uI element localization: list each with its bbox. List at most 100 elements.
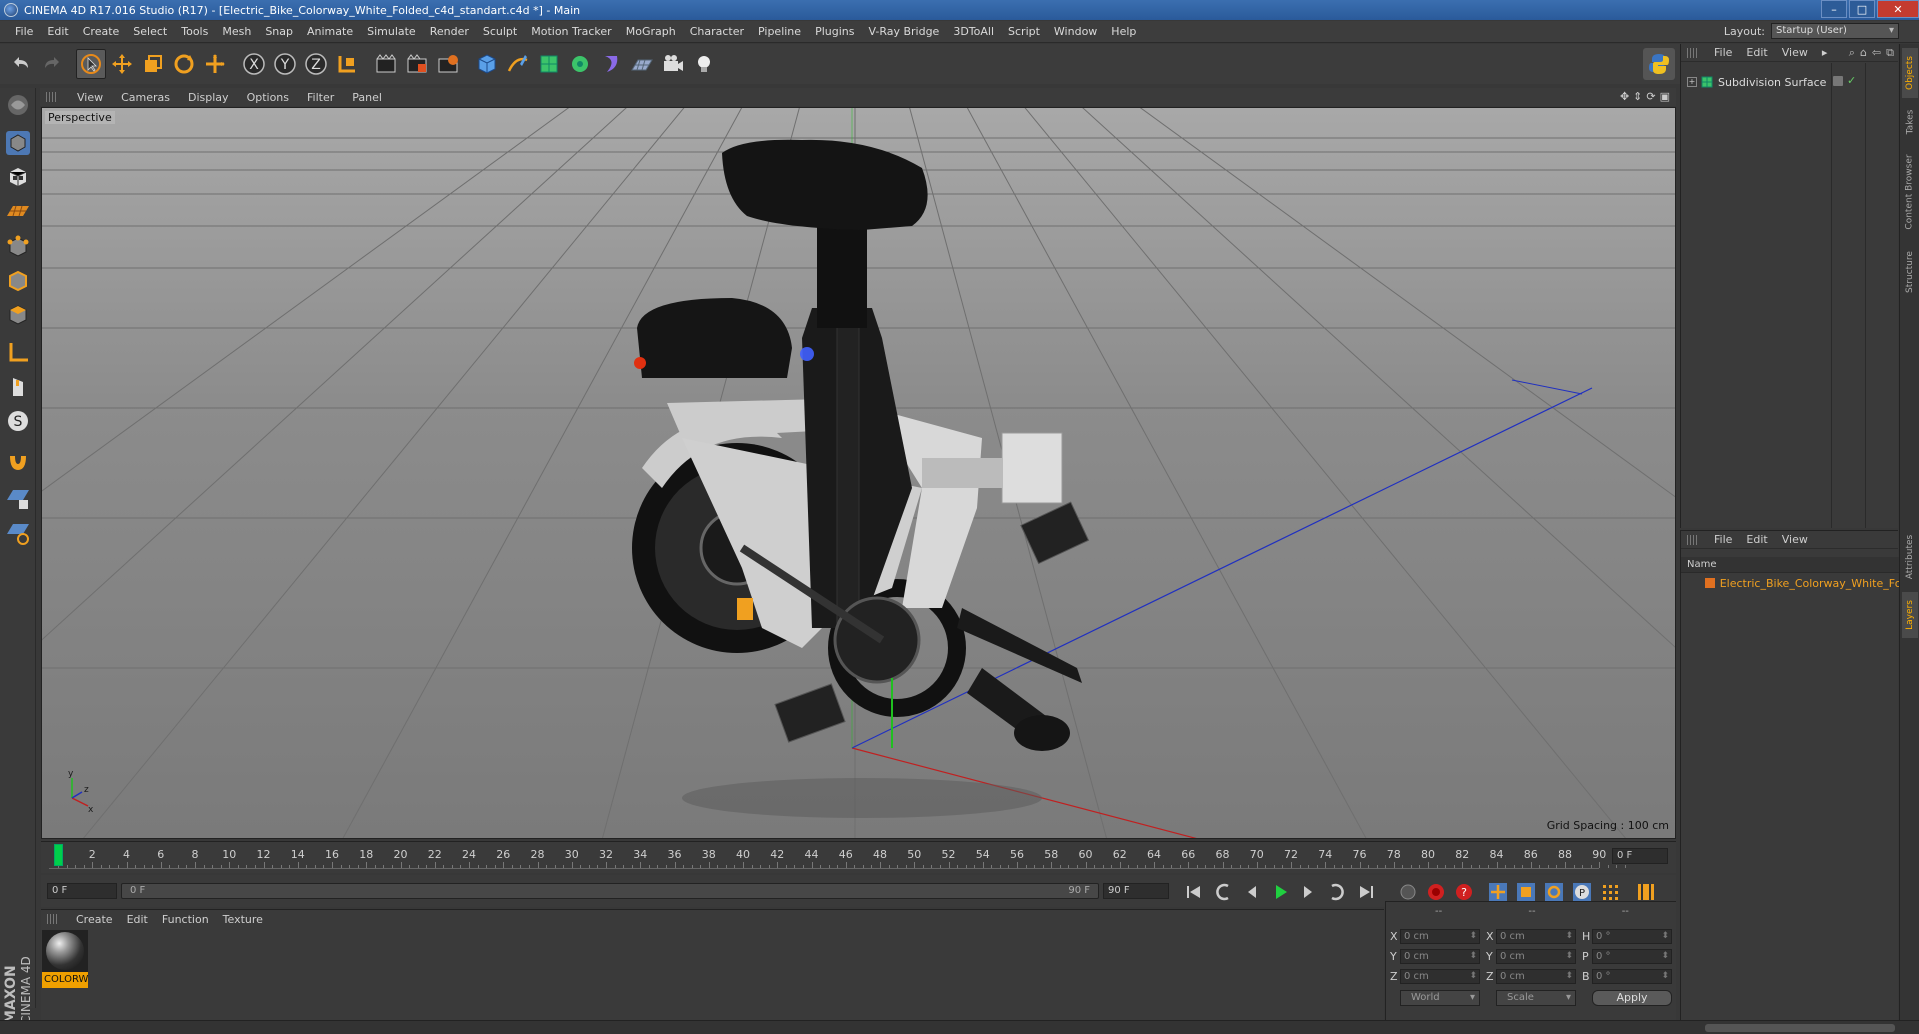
x-axis-icon[interactable]: X <box>239 49 269 79</box>
floor-icon[interactable] <box>627 49 657 79</box>
next-frame-icon[interactable] <box>1295 880 1321 904</box>
polygons-mode-icon[interactable] <box>3 300 33 330</box>
menu-plugins[interactable]: Plugins <box>808 25 861 38</box>
viewport-camera-label[interactable]: Perspective <box>45 111 115 124</box>
menu-tools[interactable]: Tools <box>174 25 215 38</box>
points-mode-icon[interactable] <box>3 232 33 262</box>
rotate-icon[interactable] <box>169 49 199 79</box>
object-row-subdivision-surface[interactable]: + Subdivision Surface <box>1681 74 1899 90</box>
end-frame-field[interactable]: 90 F <box>1103 883 1169 899</box>
size-z-field[interactable]: 0 cm <box>1496 969 1576 984</box>
menu-simulate[interactable]: Simulate <box>360 25 423 38</box>
maximize-button[interactable]: □ <box>1849 0 1875 18</box>
new-window-icon[interactable]: ⧉ <box>1886 46 1894 60</box>
object-menu-edit[interactable]: Edit <box>1739 46 1774 59</box>
pos-x-field[interactable]: 0 cm <box>1400 929 1480 944</box>
workplane-icon[interactable] <box>3 196 33 226</box>
menu-edit[interactable]: Edit <box>40 25 75 38</box>
planar-workplane-icon[interactable] <box>3 518 33 548</box>
panel-grip-icon[interactable] <box>47 914 57 924</box>
python-icon[interactable] <box>1643 48 1675 80</box>
render-view-icon[interactable] <box>371 49 401 79</box>
timeline-ruler[interactable]: 0246810121416182022242628303234363840424… <box>41 841 1676 873</box>
maximize-view-icon[interactable]: ▣ <box>1660 90 1670 103</box>
viewport-menu-display[interactable]: Display <box>179 91 238 104</box>
menu-mesh[interactable]: Mesh <box>215 25 258 38</box>
material-menu-function[interactable]: Function <box>155 913 216 926</box>
back-icon[interactable]: ⇦ <box>1872 46 1881 60</box>
layer-menu-file[interactable]: File <box>1707 533 1739 546</box>
menu-render[interactable]: Render <box>423 25 476 38</box>
menu-window[interactable]: Window <box>1047 25 1104 38</box>
edges-mode-icon[interactable] <box>3 266 33 296</box>
rot-p-field[interactable]: 0 ° <box>1592 949 1672 964</box>
menu-help[interactable]: Help <box>1104 25 1143 38</box>
horizontal-scrollbar[interactable] <box>1705 1024 1895 1032</box>
redo-icon[interactable] <box>37 49 67 79</box>
select-icon[interactable] <box>76 49 106 79</box>
menu-mograph[interactable]: MoGraph <box>619 25 683 38</box>
menu-motion-tracker[interactable]: Motion Tracker <box>524 25 618 38</box>
tab-layers[interactable]: Layers <box>1902 592 1918 638</box>
viewport-menu-filter[interactable]: Filter <box>298 91 343 104</box>
menu-sculpt[interactable]: Sculpt <box>476 25 524 38</box>
menu-animate[interactable]: Animate <box>300 25 360 38</box>
panel-grip-icon[interactable] <box>46 92 56 102</box>
axis-mode-icon[interactable] <box>3 338 33 368</box>
more-menu-arrow-icon[interactable]: ▸ <box>1815 46 1835 59</box>
light-icon[interactable] <box>689 49 719 79</box>
expand-toggle-icon[interactable]: + <box>1687 77 1697 87</box>
previous-keyframe-icon[interactable] <box>1211 880 1237 904</box>
layer-column-name[interactable]: Name <box>1681 557 1899 573</box>
orbit-icon[interactable]: ⟳ <box>1646 90 1655 103</box>
layer-row[interactable]: Electric_Bike_Colorway_White_Fol <box>1681 575 1899 591</box>
texture-mode-icon[interactable] <box>3 162 33 192</box>
menu-select[interactable]: Select <box>126 25 174 38</box>
cube-icon[interactable] <box>472 49 502 79</box>
size-y-field[interactable]: 0 cm <box>1496 949 1576 964</box>
model-mode-icon[interactable] <box>3 128 33 158</box>
array-icon[interactable] <box>565 49 595 79</box>
pen-icon[interactable] <box>503 49 533 79</box>
layer-menu-view[interactable]: View <box>1775 533 1815 546</box>
scale-icon[interactable] <box>138 49 168 79</box>
subdivision-icon[interactable] <box>534 49 564 79</box>
layer-color-swatch[interactable] <box>1705 578 1715 588</box>
menu-3dtoall[interactable]: 3DToAll <box>946 25 1001 38</box>
search-icon[interactable]: ⌕ <box>1849 46 1855 60</box>
rot-h-field[interactable]: 0 ° <box>1592 929 1672 944</box>
next-keyframe-icon[interactable] <box>1323 880 1349 904</box>
viewport-menu-options[interactable]: Options <box>238 91 298 104</box>
viewport-menu-view[interactable]: View <box>68 91 112 104</box>
close-button[interactable]: ✕ <box>1877 0 1919 18</box>
previous-frame-icon[interactable] <box>1239 880 1265 904</box>
render-picture-viewer-icon[interactable] <box>402 49 432 79</box>
make-editable-icon[interactable] <box>3 90 33 120</box>
material-menu-create[interactable]: Create <box>69 913 120 926</box>
object-menu-file[interactable]: File <box>1707 46 1739 59</box>
home-icon[interactable]: ⌂ <box>1860 46 1867 60</box>
deformer-icon[interactable] <box>596 49 626 79</box>
viewport-menu-panel[interactable]: Panel <box>343 91 391 104</box>
rot-b-field[interactable]: 0 ° <box>1592 969 1672 984</box>
edit-render-settings-icon[interactable] <box>433 49 463 79</box>
viewport-menu-cameras[interactable]: Cameras <box>112 91 179 104</box>
camera-icon[interactable] <box>658 49 688 79</box>
panel-grip-icon[interactable] <box>1687 47 1697 58</box>
current-frame-field[interactable]: 0 F <box>1612 848 1668 864</box>
tab-structure[interactable]: Structure <box>1902 242 1918 302</box>
live-select-icon[interactable] <box>200 49 230 79</box>
material-menu-edit[interactable]: Edit <box>120 913 155 926</box>
material-menu-texture[interactable]: Texture <box>216 913 270 926</box>
tab-objects[interactable]: Objects <box>1902 48 1918 98</box>
menu-file[interactable]: File <box>8 25 40 38</box>
timeline-playhead[interactable] <box>54 844 63 866</box>
pan-icon[interactable]: ✥ <box>1620 90 1629 103</box>
undo-icon[interactable] <box>6 49 36 79</box>
size-mode-dropdown[interactable]: Scale <box>1496 990 1576 1006</box>
go-to-end-icon[interactable] <box>1353 880 1379 904</box>
panel-grip-icon[interactable] <box>1687 534 1697 545</box>
menu-pipeline[interactable]: Pipeline <box>751 25 808 38</box>
layout-dropdown[interactable]: Startup (User) <box>1771 23 1899 39</box>
y-axis-icon[interactable]: Y <box>270 49 300 79</box>
